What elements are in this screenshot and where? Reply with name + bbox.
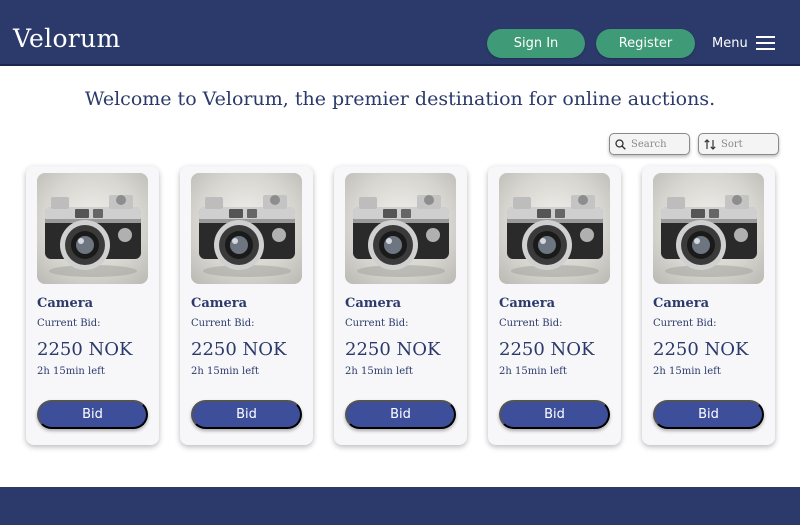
sort-icon xyxy=(704,138,716,150)
sort-label: Sort xyxy=(721,138,743,150)
auction-card[interactable]: Camera Current Bid: 2250 NOK 2h 15min le… xyxy=(488,166,621,445)
auction-card[interactable]: Camera Current Bid: 2250 NOK 2h 15min le… xyxy=(642,166,775,445)
current-bid-amount: 2250 NOK xyxy=(191,339,287,360)
auction-card[interactable]: Camera Current Bid: 2250 NOK 2h 15min le… xyxy=(180,166,313,445)
register-button[interactable]: Register xyxy=(596,29,695,58)
item-title[interactable]: Camera xyxy=(37,296,93,311)
sort-button[interactable]: Sort xyxy=(698,133,779,155)
current-bid-label: Current Bid: xyxy=(653,318,717,329)
camera-image xyxy=(507,195,603,277)
time-left: 2h 15min left xyxy=(499,366,567,377)
bid-button[interactable]: Bid xyxy=(345,400,456,429)
camera-image xyxy=(199,195,295,277)
item-title[interactable]: Camera xyxy=(345,296,401,311)
product-image[interactable] xyxy=(653,173,764,284)
bid-button[interactable]: Bid xyxy=(191,400,302,429)
auction-card[interactable]: Camera Current Bid: 2250 NOK 2h 15min le… xyxy=(26,166,159,445)
menu-label[interactable]: Menu xyxy=(712,36,748,51)
time-left: 2h 15min left xyxy=(37,366,105,377)
item-title[interactable]: Camera xyxy=(499,296,555,311)
current-bid-label: Current Bid: xyxy=(345,318,409,329)
welcome-heading: Welcome to Velorum, the premier destinat… xyxy=(84,88,716,110)
current-bid-amount: 2250 NOK xyxy=(499,339,595,360)
site-header: Velorum Sign In Register Menu xyxy=(0,0,800,66)
site-footer xyxy=(0,487,800,525)
current-bid-label: Current Bid: xyxy=(37,318,101,329)
site-logo[interactable]: Velorum xyxy=(13,24,120,53)
camera-image xyxy=(45,195,141,277)
bid-button[interactable]: Bid xyxy=(37,400,148,429)
current-bid-label: Current Bid: xyxy=(191,318,255,329)
time-left: 2h 15min left xyxy=(191,366,259,377)
current-bid-amount: 2250 NOK xyxy=(37,339,133,360)
item-title[interactable]: Camera xyxy=(191,296,247,311)
camera-image xyxy=(353,195,449,277)
product-image[interactable] xyxy=(345,173,456,284)
bid-button[interactable]: Bid xyxy=(499,400,610,429)
auction-card[interactable]: Camera Current Bid: 2250 NOK 2h 15min le… xyxy=(334,166,467,445)
item-title[interactable]: Camera xyxy=(653,296,709,311)
current-bid-amount: 2250 NOK xyxy=(653,339,749,360)
search-input[interactable]: Search xyxy=(609,133,690,155)
time-left: 2h 15min left xyxy=(653,366,721,377)
sign-in-button[interactable]: Sign In xyxy=(487,29,585,58)
search-icon xyxy=(615,138,626,150)
product-image[interactable] xyxy=(37,173,148,284)
current-bid-amount: 2250 NOK xyxy=(345,339,441,360)
time-left: 2h 15min left xyxy=(345,366,413,377)
hamburger-menu-icon[interactable] xyxy=(756,36,775,50)
bid-button[interactable]: Bid xyxy=(653,400,764,429)
product-image[interactable] xyxy=(499,173,610,284)
search-placeholder: Search xyxy=(631,138,667,150)
current-bid-label: Current Bid: xyxy=(499,318,563,329)
auction-listing: Camera Current Bid: 2250 NOK 2h 15min le… xyxy=(0,166,800,446)
camera-image xyxy=(661,195,757,277)
product-image[interactable] xyxy=(191,173,302,284)
